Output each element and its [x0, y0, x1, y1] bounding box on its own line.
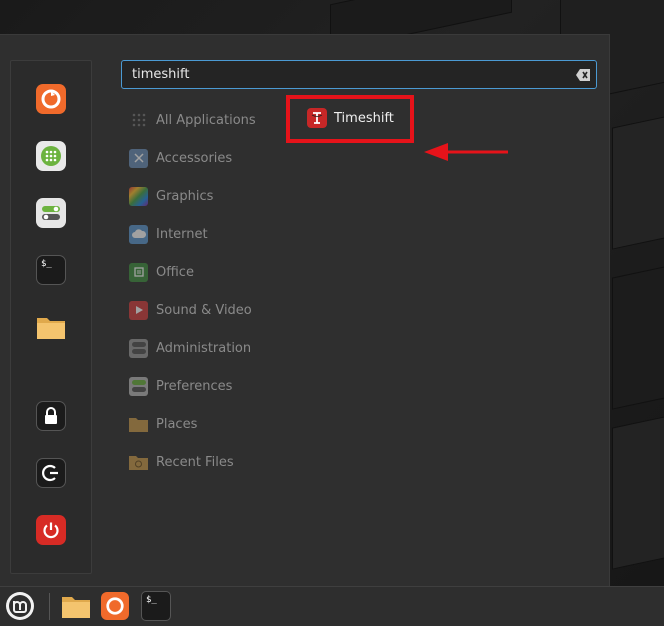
category-accessories[interactable]: Accessories — [129, 147, 232, 169]
software-manager-icon[interactable] — [36, 141, 66, 171]
category-recent-files[interactable]: Recent Files — [129, 451, 234, 473]
lock-icon[interactable] — [36, 401, 66, 431]
category-label: Sound & Video — [156, 302, 252, 318]
recent-folder-icon — [129, 453, 148, 472]
terminal-icon[interactable]: $_ — [36, 255, 66, 285]
favorites-sidebar: $_ — [10, 60, 92, 574]
bg-tile — [612, 112, 664, 250]
result-label: Timeshift — [334, 110, 394, 126]
mint-menu-icon[interactable] — [4, 590, 36, 622]
logout-icon[interactable] — [36, 458, 66, 488]
category-label: Internet — [156, 226, 208, 242]
annotation-arrow-icon — [424, 143, 508, 161]
highlight-box: Timeshift — [286, 95, 414, 143]
application-menu: $_ All Applications — [0, 34, 610, 587]
bg-tile — [612, 262, 664, 410]
category-graphics[interactable]: Graphics — [129, 185, 213, 207]
category-label: Accessories — [156, 150, 233, 166]
scissors-icon — [129, 148, 148, 168]
toggle-icon — [129, 376, 148, 396]
play-icon — [129, 300, 148, 320]
bg-tile — [612, 412, 664, 570]
category-administration[interactable]: Administration — [129, 337, 251, 359]
palette-icon — [129, 186, 148, 206]
category-office[interactable]: Office — [129, 261, 194, 283]
category-label: Graphics — [156, 188, 214, 204]
terminal-icon[interactable]: $_ — [141, 591, 171, 621]
grid-icon — [129, 111, 148, 130]
search-input[interactable] — [132, 67, 562, 82]
category-label: All Applications — [156, 112, 256, 128]
category-label: Recent Files — [156, 454, 234, 470]
files-icon[interactable] — [36, 312, 66, 342]
settings-icon[interactable] — [36, 198, 66, 228]
power-icon[interactable] — [36, 515, 66, 545]
timeshift-icon — [307, 108, 327, 128]
taskbar-separator — [49, 593, 50, 620]
search-result-timeshift[interactable]: Timeshift — [307, 108, 394, 128]
office-icon — [129, 262, 148, 282]
category-internet[interactable]: Internet — [129, 223, 208, 245]
cloud-icon — [129, 224, 148, 244]
folder-icon — [129, 415, 148, 434]
category-label: Places — [156, 416, 198, 432]
category-sound-video[interactable]: Sound & Video — [129, 299, 252, 321]
firefox-icon[interactable] — [36, 84, 66, 114]
category-places[interactable]: Places — [129, 413, 197, 435]
files-icon[interactable] — [61, 591, 91, 621]
category-label: Preferences — [156, 378, 233, 394]
category-label: Office — [156, 264, 194, 280]
taskbar: $_ — [0, 586, 664, 626]
toggle-icon — [129, 338, 148, 358]
clear-search-icon[interactable] — [576, 68, 590, 81]
firefox-icon[interactable] — [101, 592, 129, 620]
category-all-applications[interactable]: All Applications — [129, 109, 256, 131]
search-bar[interactable] — [121, 60, 597, 89]
category-preferences[interactable]: Preferences — [129, 375, 232, 397]
category-label: Administration — [156, 340, 252, 356]
